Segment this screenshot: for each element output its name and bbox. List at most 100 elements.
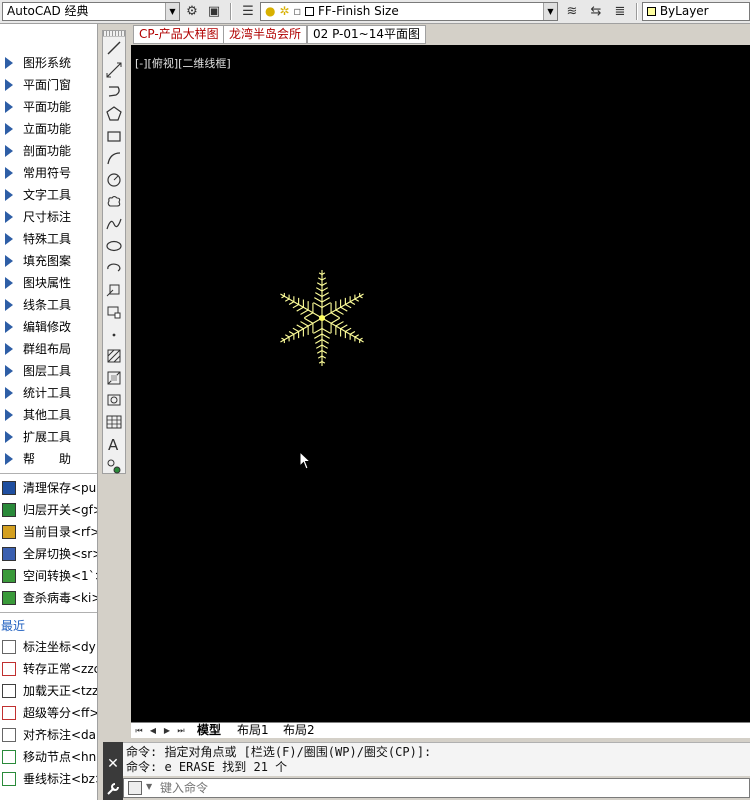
recent-command-item[interactable]: 移动节点<hnn xyxy=(0,746,97,768)
menu-item[interactable]: 剖面功能 xyxy=(0,140,97,162)
menu-item[interactable]: 文字工具 xyxy=(0,184,97,206)
snowflake-branch xyxy=(315,344,323,349)
menu-item[interactable]: 常用符号 xyxy=(0,162,97,184)
make-layer-current-button[interactable]: ≋ xyxy=(562,2,582,21)
construction-line-tool[interactable] xyxy=(103,59,125,81)
wrench-icon[interactable] xyxy=(106,782,120,796)
command-item[interactable]: 空间转换<1`> xyxy=(0,565,97,587)
menu-item[interactable]: 图形系统 xyxy=(0,52,97,74)
next-tab-button[interactable]: ▶ xyxy=(161,724,173,737)
recent-command-item[interactable]: 标注坐标<dy> xyxy=(0,636,97,658)
menu-item[interactable]: 统计工具 xyxy=(0,382,97,404)
snowflake-branch xyxy=(321,350,328,354)
last-tab-button[interactable]: ⏭ xyxy=(175,724,187,737)
make-block-tool[interactable] xyxy=(103,301,125,323)
drawing-canvas[interactable]: [-][俯视][二维线框] xyxy=(131,45,750,722)
snowflake-drawing[interactable] xyxy=(271,267,373,369)
menu-item[interactable]: 立面功能 xyxy=(0,118,97,140)
polyline-icon xyxy=(108,86,120,97)
command-item[interactable]: 全屏切换<sr> xyxy=(0,543,97,565)
file-tab-1[interactable]: CP-产品大样图 xyxy=(133,25,225,44)
command-item[interactable]: 清理保存<pu> xyxy=(0,477,97,499)
command-item[interactable]: 查杀病毒<ki> xyxy=(0,587,97,609)
table-tool[interactable] xyxy=(103,411,125,433)
layer-select[interactable]: ● ✲ ▫ FF-Finish Size ▼ xyxy=(260,2,558,21)
menu-item[interactable]: 平面门窗 xyxy=(0,74,97,96)
color-select[interactable]: ByLayer xyxy=(642,2,750,21)
command-item[interactable]: 归层开关<gf> xyxy=(0,499,97,521)
revision-cloud-tool[interactable] xyxy=(103,191,125,213)
menu-item[interactable]: 尺寸标注 xyxy=(0,206,97,228)
file-tab-2[interactable]: 龙湾半岛会所 xyxy=(223,25,308,44)
menu-item[interactable]: 线条工具 xyxy=(0,294,97,316)
layer-manager-button[interactable]: ☰ xyxy=(238,2,258,21)
ellipse-tool[interactable] xyxy=(103,235,125,257)
circle-tool[interactable] xyxy=(103,169,125,191)
insert-block-tool[interactable] xyxy=(103,279,125,301)
toolbar-divider xyxy=(230,3,232,20)
snowflake-branch xyxy=(335,321,344,327)
rectangle-tool[interactable] xyxy=(103,125,125,147)
arc-tool[interactable] xyxy=(103,147,125,169)
workspace-select[interactable]: AutoCAD 经典 ▼ xyxy=(2,2,180,21)
layer-state-button[interactable]: ≣ xyxy=(610,2,630,21)
move-node-icon xyxy=(2,750,16,764)
file-tab-3[interactable]: 02 P-01~14平面图 xyxy=(307,25,426,44)
add-selected-tool[interactable] xyxy=(103,455,125,477)
color-swatch xyxy=(647,7,656,16)
menu-item[interactable]: 扩展工具 xyxy=(0,426,97,448)
snowflake-branch xyxy=(340,306,348,312)
menu-item[interactable]: 其他工具 xyxy=(0,404,97,426)
point-tool[interactable] xyxy=(103,323,125,345)
menu-item[interactable]: 平面功能 xyxy=(0,96,97,118)
command-prompt-icon[interactable] xyxy=(128,781,142,795)
recent-command-item[interactable]: 转存正常<zzc xyxy=(0,658,97,680)
first-tab-button[interactable]: ⏮ xyxy=(133,724,145,737)
polygon-tool[interactable] xyxy=(103,103,125,125)
expand-triangle-icon xyxy=(5,79,13,91)
load-tangent-icon xyxy=(2,684,16,698)
menu-item[interactable]: 图块属性 xyxy=(0,272,97,294)
chevron-down-icon[interactable]: ▼ xyxy=(146,782,152,791)
snowflake-branch xyxy=(359,337,363,341)
menu-item-label: 文字工具 xyxy=(23,188,72,202)
align-dimension-icon xyxy=(2,728,16,742)
menu-item[interactable]: 特殊工具 xyxy=(0,228,97,250)
tab-layout2[interactable]: 布局2 xyxy=(279,723,319,739)
layer-previous-button[interactable]: ⇆ xyxy=(586,2,606,21)
tab-layout1[interactable]: 布局1 xyxy=(233,723,273,739)
recent-command-item[interactable]: 垂线标注<bz> xyxy=(0,768,97,790)
menu-item[interactable]: 群组布局 xyxy=(0,338,97,360)
layers-icon: ☰ xyxy=(242,4,254,19)
command-input-box[interactable]: ▼ xyxy=(123,778,750,798)
command-input[interactable] xyxy=(160,780,740,796)
line-tool[interactable] xyxy=(103,37,125,59)
recent-command-item[interactable]: 加载天正<tzz xyxy=(0,680,97,702)
menu-item[interactable]: 图层工具 xyxy=(0,360,97,382)
menu-item[interactable]: 填充图案 xyxy=(0,250,97,272)
command-item-label: 当前目录<rf> xyxy=(23,525,97,539)
close-icon[interactable]: ✕ xyxy=(103,756,123,772)
workspace-value: AutoCAD 经典 xyxy=(7,4,89,18)
viewport-label[interactable]: [-][俯视][二维线框] xyxy=(135,55,231,71)
multiline-text-tool[interactable]: A xyxy=(103,433,125,455)
hatch-tool[interactable] xyxy=(103,345,125,367)
menu-item[interactable]: 编辑修改 xyxy=(0,316,97,338)
customize-button[interactable]: ▣ xyxy=(204,2,224,21)
snowflake-branch xyxy=(345,304,352,309)
recent-command-item[interactable]: 超级等分<ff> xyxy=(0,702,97,724)
ellipse-arc-tool[interactable] xyxy=(103,257,125,279)
prev-tab-button[interactable]: ◀ xyxy=(147,724,159,737)
region-tool[interactable] xyxy=(103,389,125,411)
command-item[interactable]: 当前目录<rf> xyxy=(0,521,97,543)
polyline-tool[interactable] xyxy=(103,81,125,103)
gradient-tool[interactable] xyxy=(103,367,125,389)
spline-tool[interactable] xyxy=(103,213,125,235)
menu-item-label: 尺寸标注 xyxy=(23,210,72,224)
tab-model[interactable]: 模型 xyxy=(193,723,225,739)
workspace-settings-button[interactable]: ⚙ xyxy=(182,2,202,21)
recent-command-item[interactable]: 对齐标注<da> xyxy=(0,724,97,746)
menu-item[interactable]: 帮 助 xyxy=(0,448,97,470)
top-toolbar: AutoCAD 经典 ▼ ⚙ ▣ ☰ ● ✲ ▫ FF-Finish Size … xyxy=(0,0,750,24)
snowflake-branch xyxy=(317,277,323,281)
